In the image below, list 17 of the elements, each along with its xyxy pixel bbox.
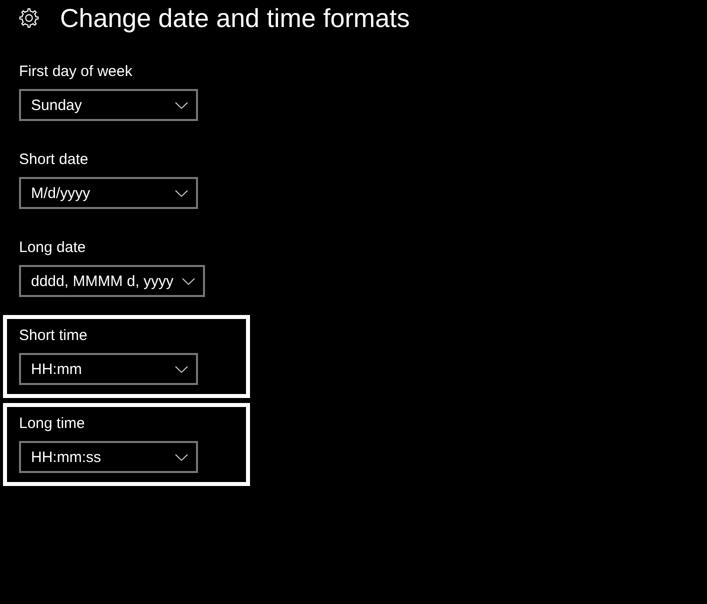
chevron-down-icon xyxy=(175,190,188,196)
settings-icon xyxy=(19,8,39,28)
field-label: Long time xyxy=(19,414,85,434)
chevron-down-icon xyxy=(175,454,188,460)
dropdown[interactable]: HH:mm:ss xyxy=(19,441,198,473)
chevron-down-icon xyxy=(182,278,195,284)
dropdown[interactable]: M/d/yyyy xyxy=(19,177,198,209)
field-label: Short date xyxy=(19,150,88,170)
dropdown[interactable]: HH:mm xyxy=(19,353,198,385)
page-title: Change date and time formats xyxy=(60,4,410,32)
dropdown[interactable]: dddd, MMMM d, yyyy xyxy=(19,265,205,297)
field-label: First day of week xyxy=(19,62,132,82)
field-label: Short time xyxy=(19,326,88,346)
chevron-down-icon xyxy=(175,102,188,108)
dropdown[interactable]: Sunday xyxy=(19,89,198,121)
field-label: Long date xyxy=(19,238,86,258)
chevron-down-icon xyxy=(175,366,188,372)
